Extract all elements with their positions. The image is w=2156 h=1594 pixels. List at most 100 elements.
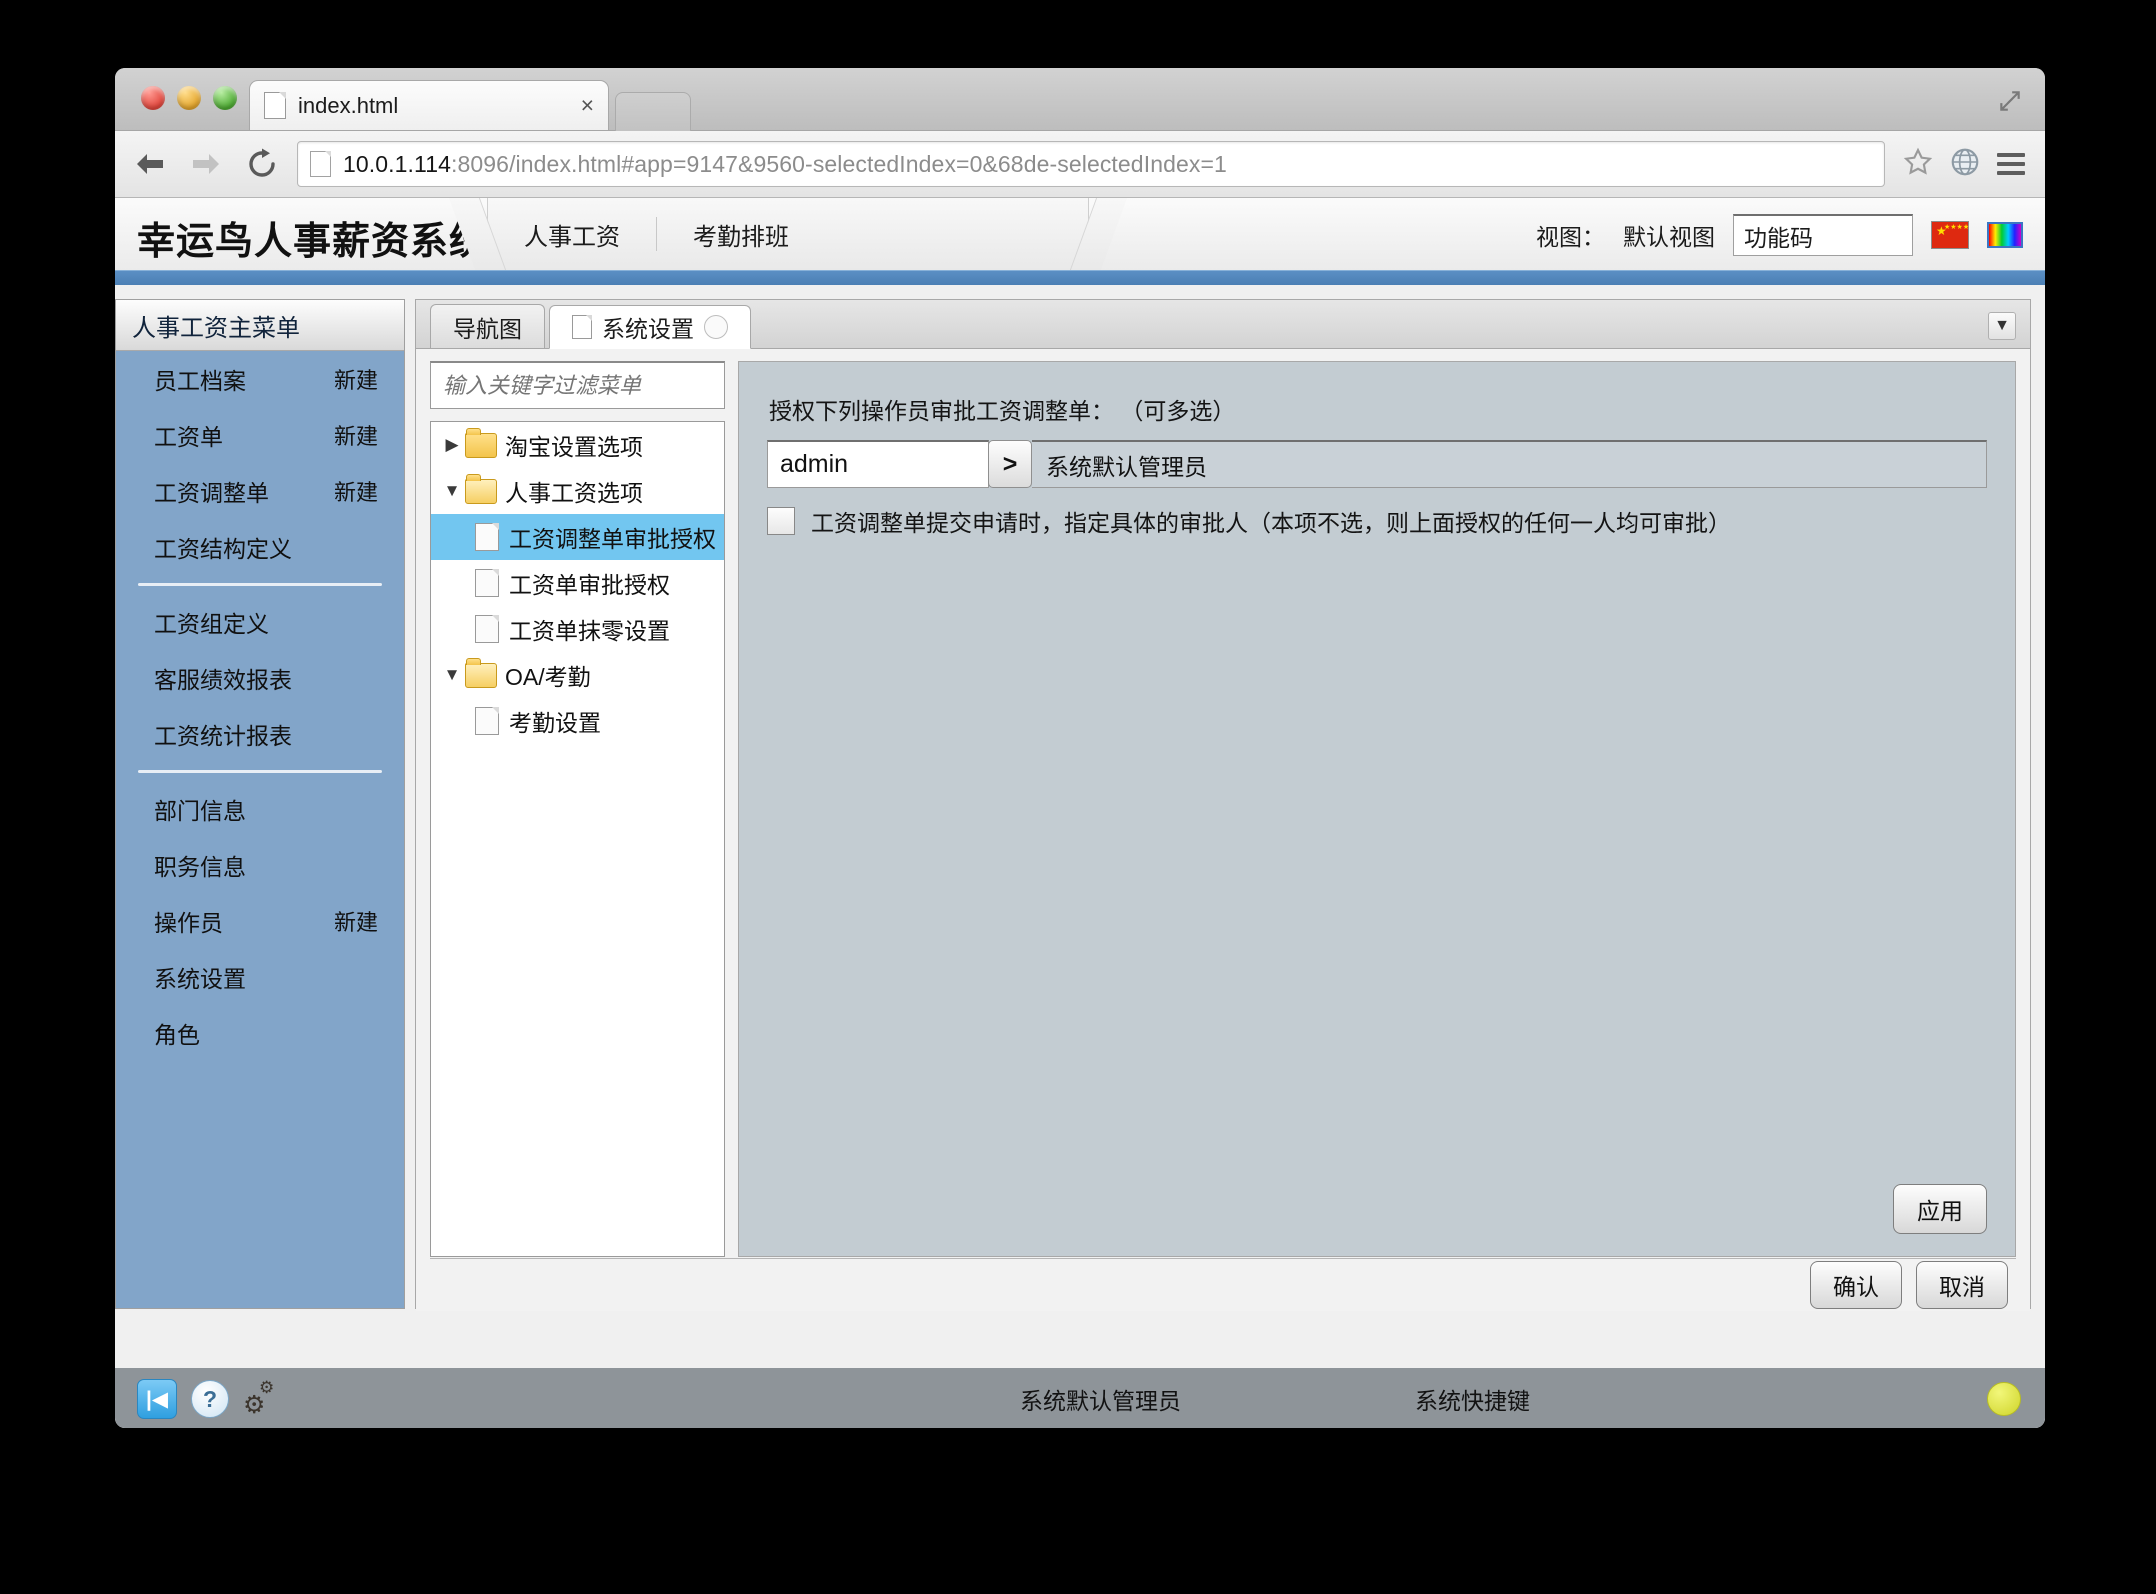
- sidebar-item-service-report[interactable]: 客服绩效报表: [116, 650, 404, 706]
- sidebar-item-action[interactable]: 新建: [334, 905, 378, 937]
- chevron-right-icon[interactable]: ▶: [439, 435, 465, 455]
- sidebar-item-label: 员工档案: [154, 368, 246, 394]
- operator-row: > 系统默认管理员: [767, 440, 1987, 488]
- sidebar-item-action[interactable]: 新建: [334, 419, 378, 451]
- specify-approver-row[interactable]: 工资调整单提交申请时，指定具体的审批人（本项不选，则上面授权的任何一人均可审批）: [767, 504, 1731, 538]
- app-body: 人事工资主菜单 员工档案 新建 工资单 新建 工资调整单 新建 工资结构定义 工…: [115, 285, 2045, 1357]
- module-tab-hr-payroll[interactable]: 人事工资: [488, 217, 656, 252]
- application-viewport: 幸运鸟人事薪资系统 人事工资 考勤排班 视图： 默认视图 ★★★★★ 人事工资主…: [115, 198, 2045, 1428]
- specify-approver-label: 工资调整单提交申请时，指定具体的审批人（本项不选，则上面授权的任何一人均可审批）: [811, 510, 1731, 536]
- tree-node-payslip-rounding-settings[interactable]: 工资单抹零设置: [431, 606, 724, 652]
- status-bar-shortcut[interactable]: 系统快捷键: [1415, 1382, 1530, 1416]
- reload-button[interactable]: [241, 143, 283, 185]
- sidebar-item-label: 工资单: [154, 424, 223, 450]
- sidebar-item-role[interactable]: 角色: [116, 1005, 404, 1061]
- tree-node-salary-adjust-approval-auth[interactable]: 工资调整单审批授权: [431, 514, 724, 560]
- cn-flag-icon[interactable]: ★ ★★★★: [1931, 221, 1969, 249]
- sidebar-group-1: 员工档案 新建 工资单 新建 工资调整单 新建 工资结构定义: [116, 351, 404, 575]
- sidebar-item-label: 系统设置: [154, 966, 246, 992]
- new-tab-button[interactable]: [615, 92, 691, 131]
- sidebar-item-department[interactable]: 部门信息: [116, 781, 404, 837]
- app-title: 幸运鸟人事薪资系统: [137, 221, 489, 263]
- sidebar-item-employee-file[interactable]: 员工档案 新建: [116, 351, 404, 407]
- tree-node-payslip-approval-auth[interactable]: 工资单审批授权: [431, 560, 724, 606]
- menu-tree: ▶ 淘宝设置选项 ▼ 人事工资选项 工资调整单审批授权 工资单审批授权 工资单抹…: [430, 421, 725, 1257]
- browser-tab-strip: index.html ×: [115, 68, 2045, 131]
- browser-tab-title: index.html: [298, 92, 399, 118]
- tree-node-label: 淘宝设置选项: [505, 434, 643, 460]
- chevron-down-icon[interactable]: ▼: [439, 665, 465, 685]
- operator-lookup-button[interactable]: >: [988, 440, 1032, 488]
- tree-node-label: 工资单抹零设置: [509, 618, 670, 644]
- view-value[interactable]: 默认视图: [1623, 218, 1715, 252]
- window-controls: [141, 86, 237, 110]
- sidebar-group-3: 部门信息 职务信息 操作员 新建 系统设置 角色: [116, 781, 404, 1061]
- sidebar-item-position[interactable]: 职务信息: [116, 837, 404, 893]
- sidebar-item-action[interactable]: 新建: [334, 475, 378, 507]
- color-palette-icon[interactable]: [1987, 222, 2023, 248]
- document-icon: [475, 569, 499, 597]
- tree-node-label: 工资调整单审批授权: [509, 526, 716, 552]
- work-body: ▶ 淘宝设置选项 ▼ 人事工资选项: [416, 349, 2030, 1311]
- document-icon: [572, 315, 592, 339]
- minimize-window-button[interactable]: [177, 86, 201, 110]
- function-code-input[interactable]: [1733, 214, 1913, 256]
- gears-icon[interactable]: ⚙ ⚙: [243, 1378, 283, 1419]
- sidebar-item-label: 工资组定义: [154, 611, 269, 637]
- tree-node-oa-attendance[interactable]: ▼ OA/考勤: [431, 652, 724, 698]
- apply-button[interactable]: 应用: [1893, 1184, 1987, 1234]
- sidebar-item-operator[interactable]: 操作员 新建: [116, 893, 404, 949]
- sidebar-item-salary-adjustment[interactable]: 工资调整单 新建: [116, 463, 404, 519]
- address-bar-text: 10.0.1.114:8096/index.html#app=9147&9560…: [343, 151, 1227, 178]
- browser-tab[interactable]: index.html ×: [249, 80, 609, 130]
- operator-input[interactable]: [767, 440, 989, 488]
- settings-form-panel: 授权下列操作员审批工资调整单： （可多选） > 系统默认管理员 工资调整单提交申…: [738, 361, 2016, 1257]
- close-window-button[interactable]: [141, 86, 165, 110]
- sidebar-item-label: 工资统计报表: [154, 723, 292, 749]
- collapse-left-icon[interactable]: |◀: [137, 1379, 177, 1419]
- menu-tree-column: ▶ 淘宝设置选项 ▼ 人事工资选项: [430, 361, 725, 1257]
- cancel-button[interactable]: 取消: [1916, 1261, 2008, 1309]
- sidebar-group-2: 工资组定义 客服绩效报表 工资统计报表: [116, 594, 404, 762]
- tree-node-attendance-settings[interactable]: 考勤设置: [431, 698, 724, 744]
- close-icon[interactable]: ×: [573, 92, 594, 119]
- sidebar-item-salary-statistics[interactable]: 工资统计报表: [116, 706, 404, 762]
- module-tab-attendance[interactable]: 考勤排班: [657, 217, 825, 252]
- tree-node-hr-payroll-options[interactable]: ▼ 人事工资选项: [431, 468, 724, 514]
- browser-toolbar: 10.0.1.114:8096/index.html#app=9147&9560…: [115, 131, 2045, 198]
- tab-system-settings[interactable]: 系统设置: [549, 305, 751, 349]
- bookmark-star-icon[interactable]: [1903, 147, 1933, 182]
- tree-node-taobao-settings[interactable]: ▶ 淘宝设置选项: [431, 422, 724, 468]
- status-bar-user: 系统默认管理员: [1020, 1388, 1181, 1414]
- maximize-window-button[interactable]: [213, 86, 237, 110]
- confirm-button[interactable]: 确认: [1810, 1261, 1902, 1309]
- tab-label: 导航图: [453, 315, 522, 342]
- globe-icon[interactable]: [1949, 146, 1981, 183]
- close-icon[interactable]: [704, 315, 728, 339]
- back-button[interactable]: [129, 143, 171, 185]
- browser-menu-icon[interactable]: [1997, 153, 2025, 175]
- help-icon[interactable]: ?: [191, 1380, 229, 1418]
- sidebar-item-salary-group[interactable]: 工资组定义: [116, 594, 404, 650]
- sidebar-item-payslip[interactable]: 工资单 新建: [116, 407, 404, 463]
- module-tab-bar: 人事工资 考勤排班: [487, 198, 1089, 270]
- tree-node-label: 考勤设置: [509, 710, 601, 736]
- fullscreen-icon[interactable]: [1997, 88, 2023, 114]
- work-panel: 导航图 系统设置 ▼ ▶: [415, 299, 2031, 1311]
- work-tab-bar: 导航图 系统设置 ▼: [416, 300, 2030, 349]
- address-bar[interactable]: 10.0.1.114:8096/index.html#app=9147&9560…: [297, 141, 1885, 187]
- tab-navigation-map[interactable]: 导航图: [430, 304, 545, 348]
- chevron-down-icon[interactable]: ▼: [1988, 312, 2016, 340]
- form-title: 授权下列操作员审批工资调整单： （可多选）: [769, 398, 1236, 424]
- sidebar-item-system-settings[interactable]: 系统设置: [116, 949, 404, 1005]
- sidebar-item-salary-structure[interactable]: 工资结构定义: [116, 519, 404, 575]
- forward-button[interactable]: [185, 143, 227, 185]
- specify-approver-checkbox[interactable]: [767, 507, 795, 535]
- url-host: 10.0.1.114: [343, 150, 452, 177]
- menu-filter-input[interactable]: [430, 361, 725, 409]
- status-bar: |◀ ? ⚙ ⚙ 系统默认管理员 系统快捷键: [115, 1368, 2045, 1428]
- sidebar-item-label: 客服绩效报表: [154, 667, 292, 693]
- sidebar-item-action[interactable]: 新建: [334, 363, 378, 395]
- sidebar-item-label: 操作员: [154, 910, 223, 936]
- chevron-down-icon[interactable]: ▼: [439, 481, 465, 501]
